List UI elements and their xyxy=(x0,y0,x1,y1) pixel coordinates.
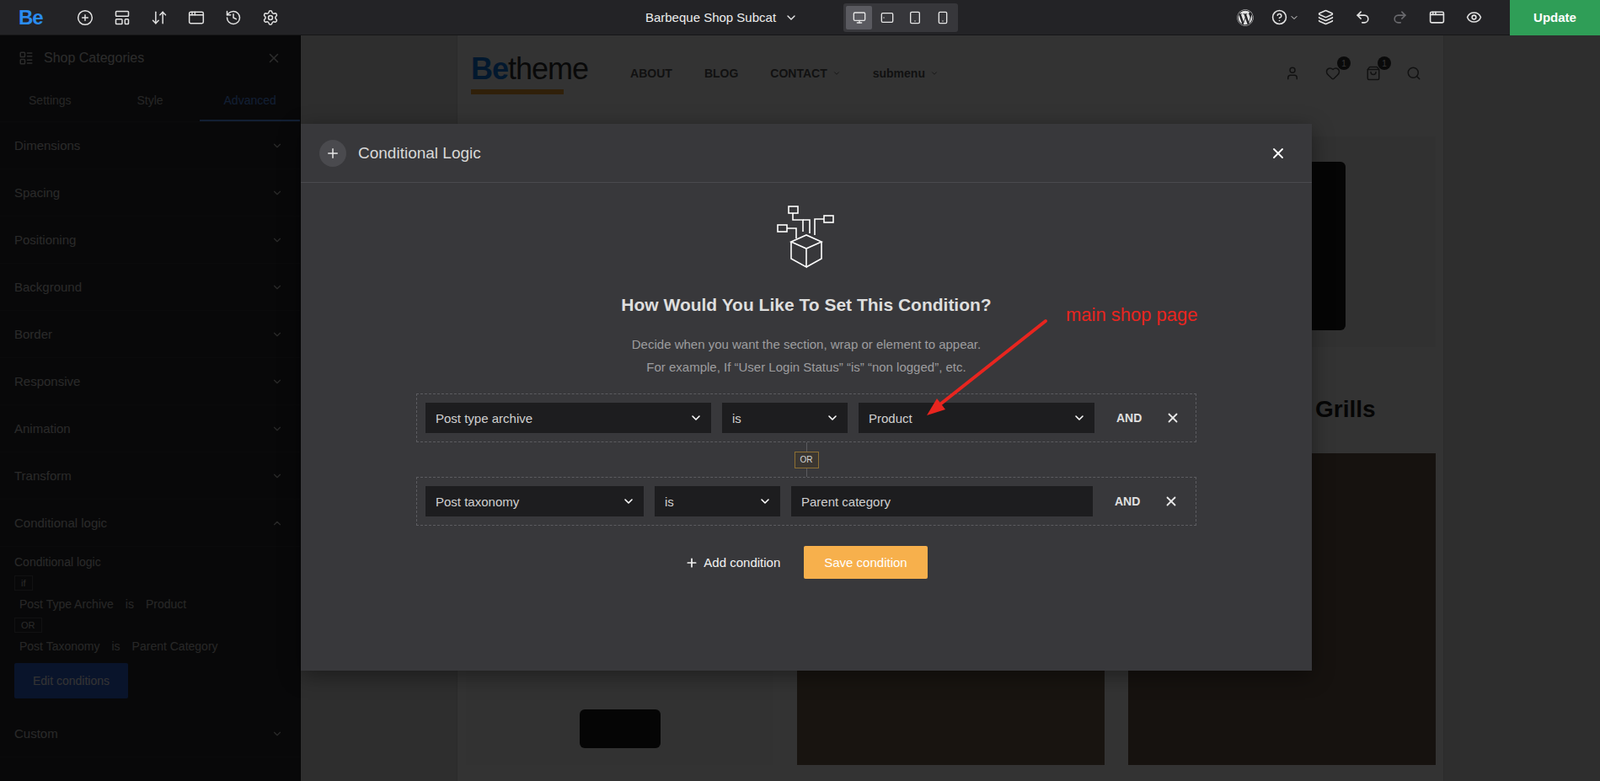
layers-button[interactable] xyxy=(1311,3,1340,33)
modal-body: How Would You Like To Set This Condition… xyxy=(300,182,1312,671)
add-element-icon xyxy=(76,9,94,27)
annotation-arrow-icon xyxy=(918,315,1054,426)
plus-icon xyxy=(325,145,341,161)
update-button[interactable]: Update xyxy=(1509,0,1600,36)
wordpress-icon xyxy=(1236,9,1254,27)
undo-button[interactable] xyxy=(1348,3,1377,33)
toolbar-right: Update xyxy=(1066,0,1600,35)
modal-description: Decide when you want the section, wrap o… xyxy=(631,332,981,379)
condition-select[interactable]: is xyxy=(654,486,781,517)
or-join: OR xyxy=(416,442,1197,477)
remove-condition-button[interactable] xyxy=(1163,408,1183,428)
toolbar-button[interactable] xyxy=(144,3,174,33)
help-button[interactable] xyxy=(1268,3,1303,33)
annotation-text: main shop page xyxy=(1065,304,1199,327)
redo-icon xyxy=(1391,9,1408,26)
add-icon-button[interactable] xyxy=(319,139,347,167)
help-icon xyxy=(1271,9,1288,26)
and-button[interactable]: AND xyxy=(1114,494,1140,509)
conditional-logic-modal: Conditional Logic How Would You Like To S… xyxy=(300,123,1312,671)
save-condition-button[interactable]: Save condition xyxy=(803,545,927,579)
modal-actions: Add condition Save condition xyxy=(684,545,927,579)
desktop-icon xyxy=(852,10,867,25)
modal-title: Conditional Logic xyxy=(358,144,1267,163)
history-icon xyxy=(224,9,242,27)
chevron-down-icon xyxy=(825,411,840,425)
chevron-down-icon xyxy=(621,494,636,509)
chevron-down-icon xyxy=(784,10,798,25)
mobile-icon xyxy=(936,10,950,25)
undo-icon xyxy=(1354,9,1371,26)
condition-input[interactable]: Parent category xyxy=(791,486,1093,517)
or-badge[interactable]: OR xyxy=(794,451,819,469)
condition-row: Post taxonomy is Parent category AND xyxy=(416,476,1197,526)
templates-icon xyxy=(187,9,205,27)
chevron-down-icon xyxy=(1072,411,1087,425)
toolbar-button[interactable] xyxy=(256,3,285,33)
toolbar-button[interactable] xyxy=(219,3,248,33)
wordpress-button[interactable] xyxy=(1230,3,1260,33)
chevron-down-icon xyxy=(689,411,703,425)
eye-icon xyxy=(1466,9,1483,26)
condition-rules: Post type archive is Product AND OR Post taxo… xyxy=(416,393,1197,526)
close-icon xyxy=(1165,410,1181,426)
view-button[interactable] xyxy=(1459,3,1488,33)
condition-select[interactable]: Post taxonomy xyxy=(425,486,644,517)
tablet-icon xyxy=(880,10,894,25)
add-condition-button[interactable]: Add condition xyxy=(684,548,781,577)
preview-button[interactable] xyxy=(1422,3,1451,33)
toolbar-button[interactable] xyxy=(107,3,137,33)
builder-app: BeBarbeque Shop SubcatUpdateShop Categor… xyxy=(0,0,1600,781)
toolbar-left: Be xyxy=(0,0,534,35)
close-icon xyxy=(1269,144,1287,162)
chevron-down-icon xyxy=(1289,12,1300,23)
layers-icon xyxy=(1317,9,1334,26)
condition-select[interactable]: is xyxy=(722,402,848,434)
preview-icon xyxy=(1428,9,1445,26)
condition-row: Post type archive is Product AND xyxy=(416,393,1197,443)
toolbar-button[interactable] xyxy=(70,3,100,33)
chevron-down-icon xyxy=(758,494,772,509)
navigator-icon xyxy=(150,9,168,27)
conditional-logic-icon xyxy=(772,203,841,271)
close-button[interactable] xyxy=(1266,141,1290,166)
remove-condition-button[interactable] xyxy=(1161,492,1181,511)
condition-select[interactable]: Post type archive xyxy=(425,402,712,434)
device-switcher xyxy=(843,3,958,33)
builder-logo[interactable]: Be xyxy=(18,5,43,30)
device-button[interactable] xyxy=(929,5,956,30)
device-button[interactable] xyxy=(873,5,900,30)
tablet-icon xyxy=(908,10,922,25)
and-button[interactable]: AND xyxy=(1116,411,1142,425)
close-icon xyxy=(1163,493,1179,509)
toolbar-button[interactable] xyxy=(181,3,211,33)
page-selector[interactable]: Barbeque Shop Subcat xyxy=(642,10,802,25)
toolbar-center: Barbeque Shop Subcat xyxy=(533,0,1067,35)
redo-button[interactable] xyxy=(1385,3,1414,33)
modal-header: Conditional Logic xyxy=(300,123,1312,183)
settings-icon xyxy=(262,9,279,27)
device-button[interactable] xyxy=(845,5,873,30)
condition-select[interactable]: Product xyxy=(858,402,1095,434)
plus-icon xyxy=(684,556,699,570)
modal-heading: How Would You Like To Set This Condition… xyxy=(620,294,991,316)
pre-built-sections-icon xyxy=(113,9,131,27)
top-toolbar: Be Barbeque Shop Subcat Update xyxy=(0,0,1600,36)
device-button[interactable] xyxy=(901,5,928,30)
